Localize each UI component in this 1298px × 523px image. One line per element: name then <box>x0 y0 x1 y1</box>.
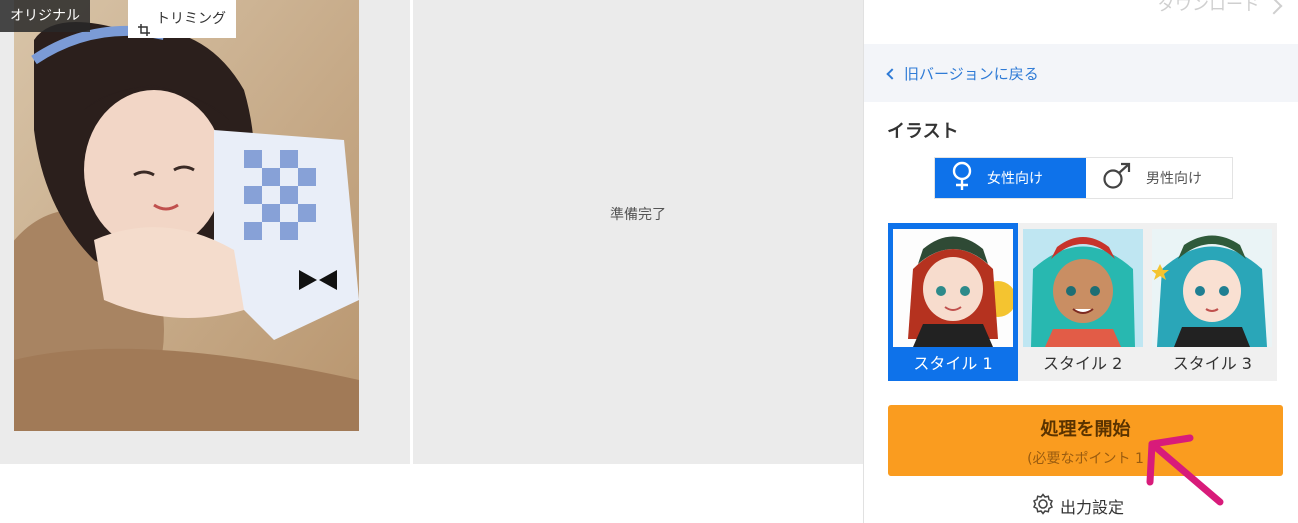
style-selector: スタイル 1 スタイル 2 スタイル 3 <box>888 223 1277 381</box>
chevron-left-icon <box>886 67 898 80</box>
pane-divider <box>410 0 413 464</box>
female-icon <box>951 161 973 195</box>
work-footer <box>0 464 863 523</box>
gender-option-male[interactable]: 男性向け <box>1086 158 1232 198</box>
chevron-right-icon <box>1265 0 1283 15</box>
style-card-3[interactable]: スタイル 3 <box>1147 223 1277 381</box>
output-settings-label: 出力設定 <box>1060 498 1125 517</box>
style-card-1[interactable]: スタイル 1 <box>888 223 1018 381</box>
male-icon <box>1102 162 1132 194</box>
style-thumbnail <box>893 229 1013 347</box>
result-status: 準備完了 <box>610 207 666 223</box>
preview-area: オリジナル トリミング 準備完了 <box>0 0 863 464</box>
gender-toggle: 女性向け 男性向け <box>934 157 1233 199</box>
download-button[interactable]: ダウンロード <box>1158 0 1283 20</box>
style-label: スタイル 1 <box>913 354 993 373</box>
start-processing-button[interactable]: 処理を開始 (必要なポイント 1 <box>888 405 1283 476</box>
original-badge: オリジナル <box>0 0 90 32</box>
gender-option-female[interactable]: 女性向け <box>935 158 1086 198</box>
style-card-2[interactable]: スタイル 2 <box>1018 223 1148 381</box>
output-settings-button[interactable]: 出力設定 <box>1032 493 1124 519</box>
download-label: ダウンロード <box>1158 0 1260 15</box>
gender-option-label: 男性向け <box>1146 171 1202 187</box>
style-thumbnail <box>1152 229 1273 347</box>
trim-button[interactable]: トリミング <box>128 0 236 38</box>
style-label: スタイル 3 <box>1172 354 1252 373</box>
gear-icon <box>1032 493 1054 519</box>
original-photo <box>14 0 359 431</box>
back-label: 旧バージョンに戻る <box>904 64 1039 83</box>
required-points-label: (必要なポイント 1 <box>1027 451 1144 467</box>
style-thumbnail <box>1022 229 1143 347</box>
style-label: スタイル 2 <box>1043 354 1123 373</box>
trim-label: トリミング <box>156 11 226 27</box>
start-label: 処理を開始 <box>1040 419 1131 440</box>
crop-icon <box>138 13 150 36</box>
settings-panel: ダウンロード 旧バージョンに戻る イラスト 女性向け 男性向け スタイル 1 ス… <box>863 0 1298 523</box>
section-title: イラスト <box>887 121 959 142</box>
back-to-old-version-link[interactable]: 旧バージョンに戻る <box>864 44 1298 102</box>
gender-option-label: 女性向け <box>987 171 1043 187</box>
